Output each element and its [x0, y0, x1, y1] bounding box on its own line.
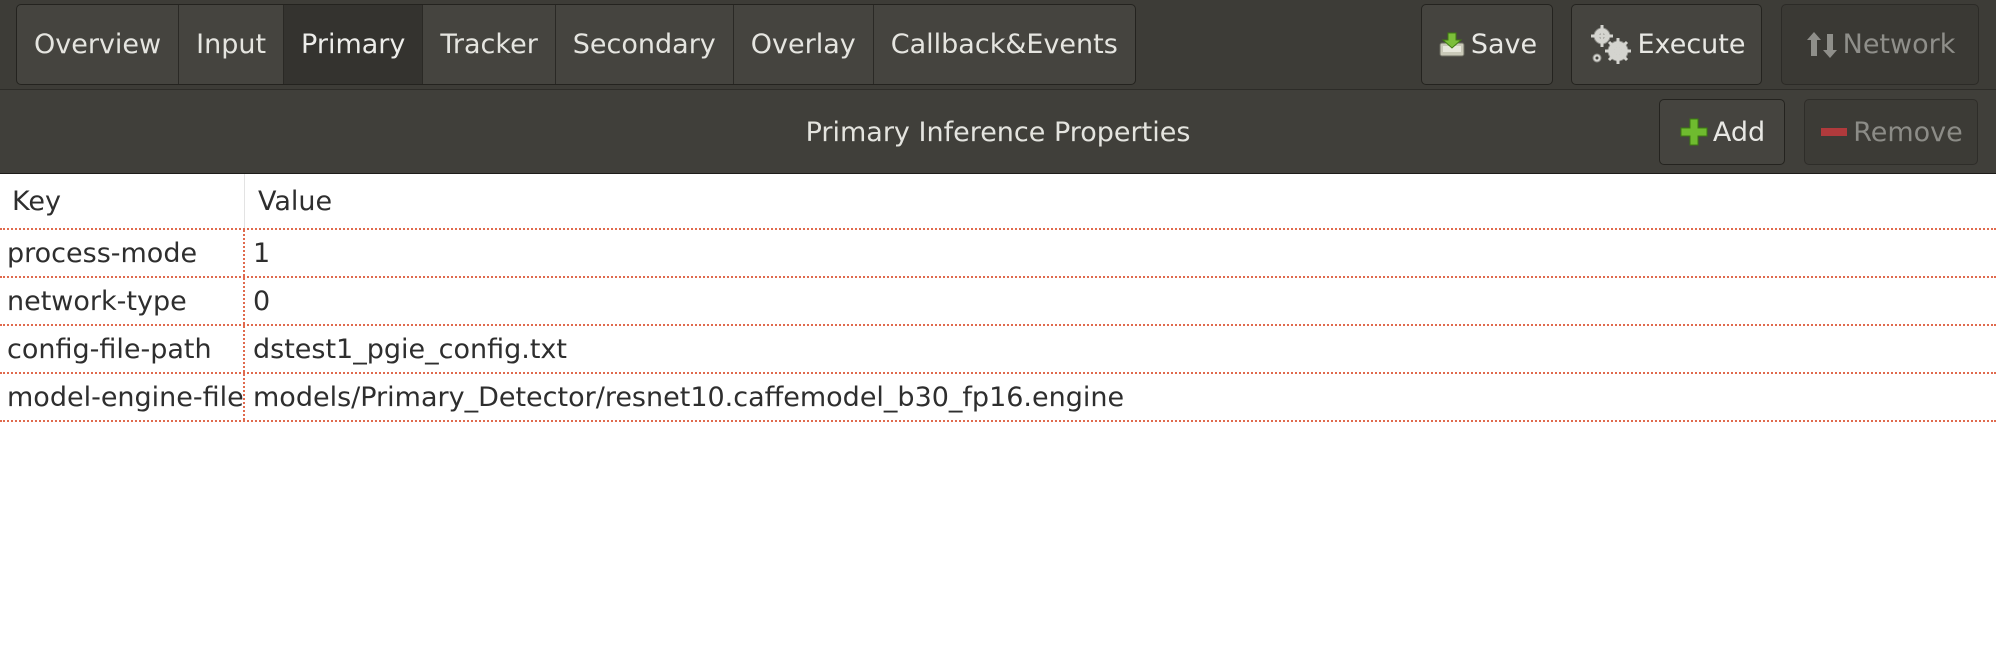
value-cell[interactable]: models/Primary_Detector/resnet10.caffemo…	[245, 374, 1996, 420]
network-button[interactable]: Network	[1781, 4, 1979, 85]
main-toolbar: Overview Input Primary Tracker Secondary…	[0, 0, 1996, 89]
add-label: Add	[1712, 116, 1766, 148]
tab-tracker[interactable]: Tracker	[423, 5, 556, 84]
tab-secondary[interactable]: Secondary	[556, 5, 734, 84]
table-row[interactable]: process-mode 1	[0, 230, 1996, 278]
execute-button[interactable]: Execute	[1571, 4, 1762, 85]
column-header-key[interactable]: Key	[0, 174, 245, 228]
key-cell[interactable]: config-file-path	[0, 326, 245, 372]
remove-label: Remove	[1853, 116, 1963, 148]
key-cell[interactable]: process-mode	[0, 230, 245, 276]
add-button[interactable]: Add	[1659, 99, 1785, 165]
minus-icon	[1819, 117, 1849, 147]
remove-button[interactable]: Remove	[1804, 99, 1978, 165]
key-cell[interactable]: network-type	[0, 278, 245, 324]
properties-header: Primary Inference Properties Add Remove	[0, 89, 1996, 174]
execute-label: Execute	[1637, 29, 1746, 60]
network-label: Network	[1842, 29, 1956, 60]
gears-icon	[1588, 23, 1634, 67]
table-header-row: Key Value	[0, 174, 1996, 230]
table-row[interactable]: network-type 0	[0, 278, 1996, 326]
value-cell[interactable]: dstest1_pgie_config.txt	[245, 326, 1996, 372]
plus-icon	[1679, 117, 1709, 147]
tab-input[interactable]: Input	[179, 5, 285, 84]
table-row[interactable]: config-file-path dstest1_pgie_config.txt	[0, 326, 1996, 374]
save-button[interactable]: Save	[1421, 4, 1553, 85]
save-icon	[1437, 30, 1467, 60]
tab-primary[interactable]: Primary	[284, 5, 424, 84]
up-down-arrows-icon	[1805, 30, 1839, 60]
properties-table: Key Value process-mode 1 network-type 0 …	[0, 174, 1996, 422]
value-cell[interactable]: 1	[245, 230, 1996, 276]
table-row[interactable]: model-engine-file models/Primary_Detecto…	[0, 374, 1996, 422]
key-cell[interactable]: model-engine-file	[0, 374, 245, 420]
save-label: Save	[1470, 29, 1538, 60]
tab-bar: Overview Input Primary Tracker Secondary…	[16, 4, 1136, 85]
value-cell[interactable]: 0	[245, 278, 1996, 324]
tab-overlay[interactable]: Overlay	[734, 5, 874, 84]
column-header-value[interactable]: Value	[245, 174, 1996, 228]
tab-callback-events[interactable]: Callback&Events	[874, 5, 1135, 84]
tab-overview[interactable]: Overview	[17, 5, 180, 84]
